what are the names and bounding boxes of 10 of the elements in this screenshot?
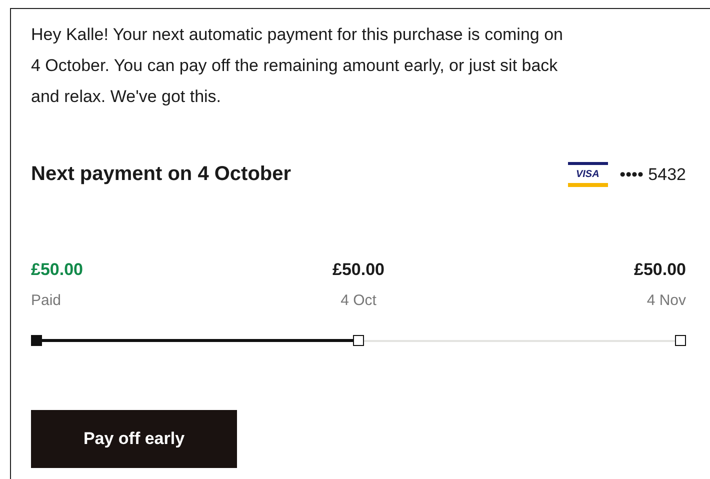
card-number: •••• 5432 [620, 164, 686, 184]
next-payment-title: Next payment on 4 October [31, 163, 292, 186]
installment-date: 4 Nov [646, 292, 686, 309]
pay-off-early-button[interactable]: Pay off early [31, 410, 237, 468]
installment-date: 4 Oct [340, 292, 378, 309]
installment-amount: £50.00 [332, 260, 386, 280]
installment-date: Paid [31, 292, 62, 309]
installment-amount: £50.00 [633, 260, 686, 280]
installment-amount: £50.00 [31, 260, 84, 280]
payment-message: Hey Kalle! Your next automatic payment for this purchase is coming on 4 October. You can pay off the remaining amount early, or just sit back and relax. We've got this. [31, 24, 564, 108]
